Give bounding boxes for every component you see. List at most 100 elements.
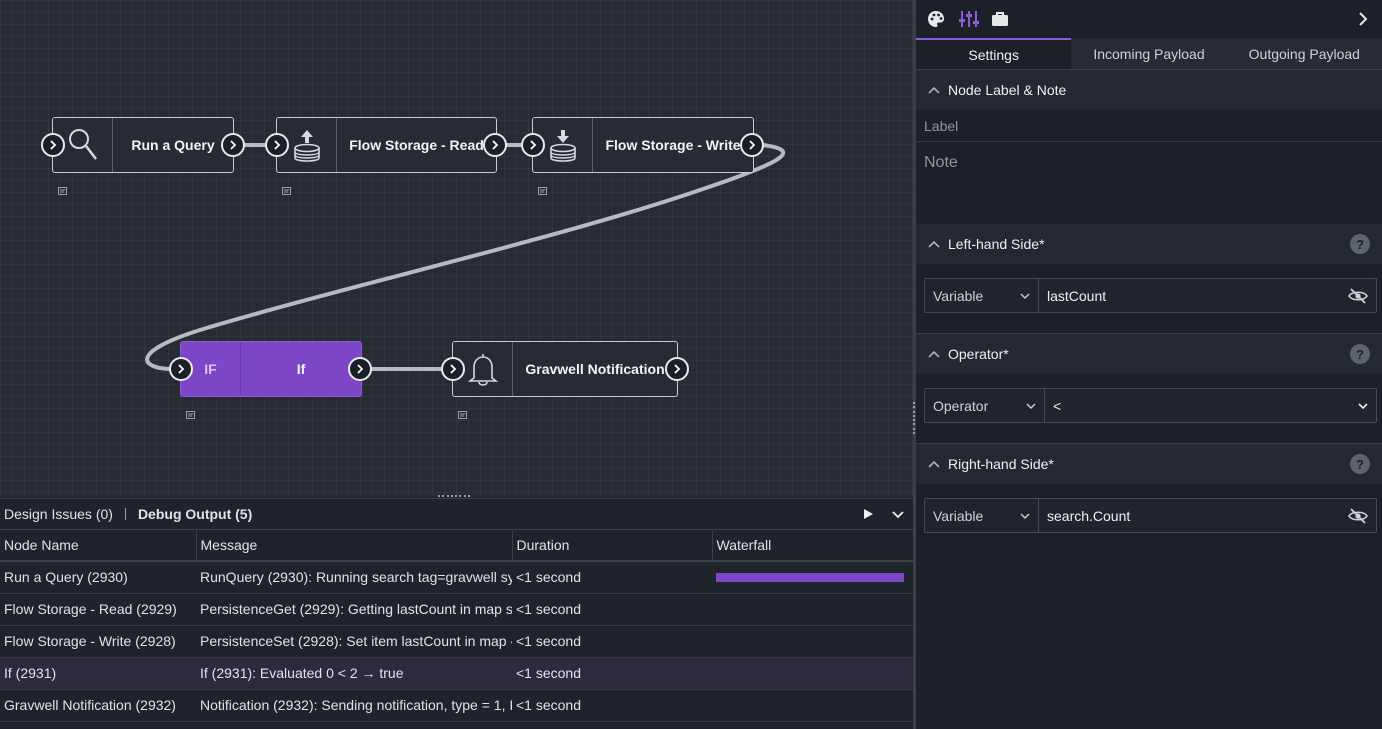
node-flow-storage-write[interactable]: Flow Storage - Write — [532, 117, 754, 173]
cell-duration: <1 second — [512, 561, 712, 594]
lhs-value-input[interactable]: lastCount — [1039, 279, 1376, 312]
play-icon — [864, 509, 873, 519]
node-label: Flow Storage - Write — [605, 137, 741, 153]
section-operator[interactable]: Operator* ? — [916, 334, 1382, 374]
cell-message: PersistenceSet (2928): Set item lastCoun… — [196, 625, 512, 658]
chevron-right-icon — [492, 140, 499, 150]
tab-outgoing-payload[interactable]: Outgoing Payload — [1226, 38, 1382, 69]
lhs-type-select[interactable]: Variable — [925, 279, 1039, 312]
section-node-label-note[interactable]: Node Label & Note — [916, 70, 1382, 110]
output-port[interactable] — [221, 133, 245, 157]
note-icon[interactable] — [186, 406, 195, 419]
flow-editor: Run a Query Flow Storage - Read Flow Sto… — [0, 0, 1382, 729]
palette-icon — [928, 11, 944, 27]
cell-node-name: Gravwell Notification (2932) — [0, 689, 196, 722]
cell-duration: <1 second — [512, 689, 712, 722]
output-port[interactable] — [483, 133, 507, 157]
note-input[interactable]: Note — [916, 142, 1382, 224]
select-value: Variable — [933, 507, 984, 524]
cell-message: If (2931): Evaluated 0 < 2 → true — [196, 657, 512, 690]
chevron-up-icon — [928, 240, 940, 248]
table-row[interactable]: Run a Query (2930) RunQuery (2930): Runn… — [0, 561, 913, 594]
debug-table: Node Name Message Duration Waterfall Run… — [0, 530, 914, 722]
select-value: Operator — [933, 397, 989, 414]
wire-write-to-if — [145, 143, 785, 371]
cell-duration: <1 second — [512, 625, 712, 658]
section-title: Right-hand Side* — [948, 456, 1054, 472]
table-row[interactable]: Gravwell Notification (2932) Notificatio… — [0, 689, 913, 722]
output-port[interactable] — [348, 357, 372, 381]
eye-off-icon[interactable] — [1348, 287, 1368, 304]
waterfall-bar — [716, 572, 904, 582]
debug-tabs: Design Issues (0) Debug Output (5) — [0, 499, 913, 530]
collapse-panel-button[interactable] — [883, 499, 913, 529]
input-value: lastCount — [1047, 287, 1107, 304]
operator-type-select[interactable]: Operator — [925, 389, 1045, 422]
node-settings-panel: Settings Incoming Payload Outgoing Paylo… — [916, 0, 1382, 729]
input-port[interactable] — [521, 133, 545, 157]
connection-wires — [145, 143, 785, 371]
collapse-side-panel-button[interactable] — [1358, 0, 1382, 38]
input-port[interactable] — [441, 357, 465, 381]
help-icon[interactable]: ? — [1350, 234, 1370, 254]
column-header-node-name[interactable]: Node Name — [0, 530, 197, 562]
chevron-up-icon — [928, 460, 940, 468]
section-left-hand-side[interactable]: Left-hand Side* ? — [916, 224, 1382, 264]
label-input[interactable]: Label — [916, 110, 1382, 142]
help-icon[interactable]: ? — [1350, 344, 1370, 364]
table-row[interactable]: If (2931) If (2931): Evaluated 0 < 2 → t… — [0, 657, 913, 690]
section-title: Left-hand Side* — [948, 236, 1045, 252]
tab-design-issues[interactable]: Design Issues (0) — [4, 506, 113, 522]
node-flow-storage-read[interactable]: Flow Storage - Read — [276, 117, 497, 173]
rhs-value-input[interactable]: search.Count — [1039, 499, 1376, 532]
chevron-right-icon — [749, 140, 756, 150]
note-icon[interactable] — [58, 182, 67, 195]
side-tabs: Settings Incoming Payload Outgoing Paylo… — [916, 38, 1382, 70]
table-row[interactable]: Flow Storage - Write (2928) PersistenceS… — [0, 625, 913, 658]
column-header-message[interactable]: Message — [196, 530, 513, 562]
chevron-right-icon — [357, 364, 364, 374]
chevron-down-icon — [892, 511, 904, 519]
table-row[interactable]: Flow Storage - Read (2929) PersistenceGe… — [0, 593, 913, 626]
tab-settings[interactable]: Settings — [916, 38, 1072, 69]
lhs-field: Variable lastCount — [916, 264, 1382, 334]
palette-button[interactable] — [927, 0, 959, 38]
note-icon[interactable] — [458, 406, 467, 419]
cell-node-name: Run a Query (2930) — [0, 561, 196, 594]
cell-waterfall — [712, 689, 913, 722]
output-port[interactable] — [665, 357, 689, 381]
tab-incoming-payload[interactable]: Incoming Payload — [1071, 38, 1227, 69]
cell-message: PersistenceGet (2929): Getting lastCount… — [196, 593, 512, 626]
note-icon[interactable] — [282, 182, 291, 195]
eye-off-icon[interactable] — [1348, 507, 1368, 524]
column-header-duration[interactable]: Duration — [512, 530, 713, 562]
toolbox-button[interactable] — [991, 0, 1023, 38]
play-button[interactable] — [853, 499, 883, 529]
sliders-button[interactable] — [959, 0, 991, 38]
rhs-type-select[interactable]: Variable — [925, 499, 1039, 532]
select-value: < — [1053, 397, 1062, 414]
operator-combo: Operator < — [924, 388, 1377, 423]
rhs-field: Variable search.Count — [916, 484, 1382, 554]
note-icon[interactable] — [538, 182, 547, 195]
chevron-down-icon — [1358, 402, 1368, 409]
node-if[interactable]: IF If — [180, 341, 362, 397]
briefcase-icon — [992, 12, 1008, 26]
debug-panel: Design Issues (0) Debug Output (5) Node … — [0, 498, 914, 729]
tab-debug-output[interactable]: Debug Output (5) — [138, 506, 252, 522]
help-icon[interactable]: ? — [1350, 454, 1370, 474]
lhs-combo: Variable lastCount — [924, 278, 1377, 313]
node-run-query[interactable]: Run a Query — [52, 117, 234, 173]
flow-canvas[interactable]: Run a Query Flow Storage - Read Flow Sto… — [0, 0, 913, 496]
operator-value-select[interactable]: < — [1045, 389, 1376, 422]
input-port[interactable] — [41, 133, 65, 157]
input-port[interactable] — [169, 357, 193, 381]
cell-message: RunQuery (2930): Running search tag=grav… — [196, 561, 512, 594]
section-right-hand-side[interactable]: Right-hand Side* ? — [916, 444, 1382, 484]
section-title: Operator* — [948, 346, 1009, 362]
column-header-waterfall[interactable]: Waterfall — [712, 530, 914, 562]
node-gravwell-notification[interactable]: Gravwell Notification — [452, 341, 678, 397]
output-port[interactable] — [740, 133, 764, 157]
input-port[interactable] — [265, 133, 289, 157]
chevron-right-icon — [1359, 12, 1368, 26]
